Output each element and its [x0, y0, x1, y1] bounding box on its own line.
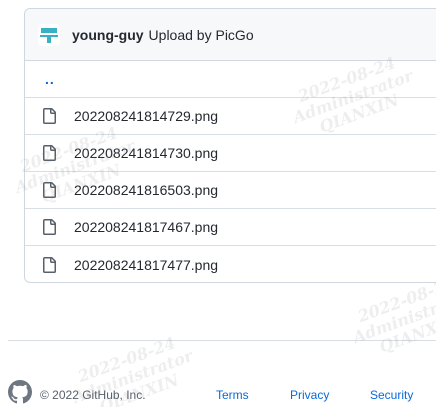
watermark-text: 2022-08-24 Administrator QIANXIN	[345, 270, 436, 364]
file-name-link[interactable]: 202208241814729.png	[74, 108, 218, 124]
footer-divider	[8, 340, 436, 341]
commit-message-link[interactable]: Upload by PicGo	[149, 27, 254, 43]
footer-link-privacy[interactable]: Privacy	[290, 388, 329, 402]
avatar[interactable]	[38, 23, 60, 46]
file-row[interactable]: 202208241817467.png	[25, 209, 436, 246]
picgo-logo-icon	[40, 27, 58, 43]
file-row[interactable]: 202208241814730.png	[25, 135, 436, 172]
copyright-text: © 2022 GitHub, Inc.	[40, 388, 146, 402]
watermark-org: QIANXIN	[376, 310, 436, 357]
file-name-link[interactable]: 202208241816503.png	[74, 182, 218, 198]
file-icon	[41, 108, 57, 124]
latest-commit-header: young-guy Upload by PicGo	[25, 9, 436, 61]
parent-directory-link[interactable]: ..	[41, 71, 55, 87]
commit-author-link[interactable]: young-guy	[72, 27, 144, 43]
file-name-link[interactable]: 202208241814730.png	[74, 145, 218, 161]
watermark-user: Administrator	[350, 286, 436, 348]
file-icon	[41, 219, 57, 235]
file-row[interactable]: 202208241816503.png	[25, 172, 436, 209]
file-row[interactable]: 202208241817477.png	[25, 246, 436, 282]
file-name-link[interactable]: 202208241817477.png	[74, 257, 218, 273]
file-icon	[41, 145, 57, 161]
file-icon	[41, 182, 57, 198]
footer-link-security[interactable]: Security	[370, 388, 413, 402]
file-row[interactable]: 202208241814729.png	[25, 98, 436, 135]
footer-link-terms[interactable]: Terms	[216, 388, 249, 402]
file-name-link[interactable]: 202208241817467.png	[74, 219, 218, 235]
github-logo-icon[interactable]	[8, 380, 32, 404]
file-list-box: young-guy Upload by PicGo .. 20220824181…	[24, 8, 436, 283]
file-icon	[41, 256, 57, 273]
parent-directory-row[interactable]: ..	[25, 61, 436, 98]
footer: © 2022 GitHub, Inc. Terms Privacy Securi…	[8, 380, 436, 407]
